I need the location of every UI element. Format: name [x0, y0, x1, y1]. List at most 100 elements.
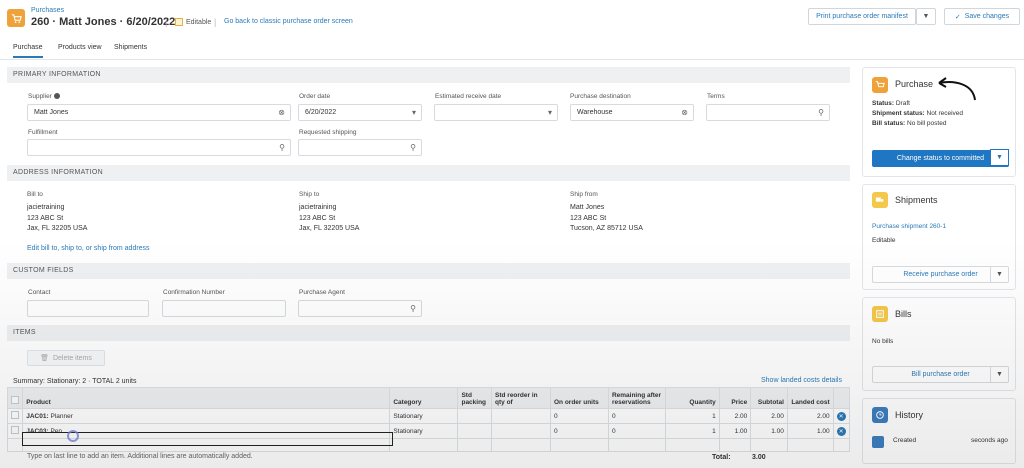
chevron-down-icon[interactable]: ▼ [990, 149, 1009, 166]
tab-products-view[interactable]: Products view [58, 44, 102, 51]
ship-from-address: Matt Jones 123 ABC St Tucson, AZ 85712 USA [570, 204, 643, 232]
confirmation-field[interactable] [162, 300, 286, 317]
quantity-cell[interactable]: 1 [664, 408, 720, 424]
delete-items-button[interactable]: 🗑 Delete items [27, 350, 105, 366]
supplier-label: Supplier [28, 93, 60, 100]
remaining-cell: 0 [607, 423, 666, 439]
col-std-reorder[interactable]: Std reorder in qty of [491, 387, 551, 409]
cursor-indicator [67, 430, 79, 442]
search-icon: ⚲ [410, 304, 416, 313]
order-date-value: 6/20/2022 [305, 109, 337, 116]
subtotal-cell: 1.00 [750, 423, 788, 439]
col-landed-cost[interactable]: Landed cost [786, 387, 834, 409]
remove-icon: ✕ [836, 426, 846, 436]
breadcrumb[interactable]: Purchases [31, 7, 64, 14]
edit-icon [175, 18, 183, 26]
bills-card: Bills No bills Bill purchase order ▼ [862, 297, 1016, 391]
history-card-title: History [895, 410, 924, 420]
total-label: Total: [712, 454, 731, 461]
subtotal-cell: 2.00 [750, 408, 788, 424]
col-remaining[interactable]: Remaining after reservations [607, 387, 666, 409]
terms-field[interactable]: ⚲ [706, 104, 830, 121]
delete-items-label: Delete items [52, 354, 92, 362]
editable-label: Editable [186, 18, 212, 26]
go-back-link[interactable]: Go back to classic purchase order screen [224, 18, 353, 25]
col-category[interactable]: Category [389, 387, 459, 409]
remove-row[interactable]: ✕ [832, 423, 851, 439]
row-checkbox[interactable] [6, 423, 24, 439]
price-cell[interactable]: 1.00 [718, 423, 752, 439]
change-status-button[interactable]: Change status to committed [872, 150, 1009, 167]
cart-icon [872, 77, 888, 93]
bill-to-address: jacietraining 123 ABC St Jax, FL 32205 USA [27, 204, 88, 232]
bills-card-title: Bills [895, 309, 912, 319]
receive-purchase-order-button[interactable]: Receive purchase order ▼ [872, 266, 1009, 283]
row-checkbox[interactable] [6, 408, 24, 424]
requested-shipping-field[interactable]: ⚲ [298, 139, 422, 156]
tab-purchase[interactable]: Purchase [13, 44, 43, 58]
tab-shipments[interactable]: Shipments [114, 44, 147, 51]
est-receive-field[interactable]: ▾ [434, 104, 558, 121]
clear-icon[interactable]: ⊗ [278, 108, 285, 117]
chevron-down-icon: ▾ [547, 108, 552, 117]
order-date-label: Order date [299, 93, 331, 100]
editable-badge: Editable [175, 18, 211, 26]
shipment-link[interactable]: Purchase shipment 260-1 [872, 223, 946, 230]
table-row[interactable]: JAC01: Planner Stationary 0 0 1 2.00 2.0… [6, 408, 851, 424]
col-std-packing[interactable]: Std packing [457, 387, 493, 409]
save-label: Save changes [964, 13, 1010, 20]
bill-purchase-order-button[interactable]: Bill purchase order ▼ [872, 366, 1009, 383]
chevron-down-icon: ▼ [990, 367, 1008, 382]
category-cell: Stationary [389, 423, 459, 439]
history-card: History Created seconds ago [862, 398, 1016, 464]
chevron-down-icon[interactable]: ▼ [916, 8, 936, 25]
shipments-card: Shipments Purchase shipment 260-1 Editab… [862, 184, 1016, 290]
col-price[interactable]: Price [718, 387, 752, 409]
divider: | [214, 17, 217, 27]
chevron-down-icon: ▼ [990, 267, 1008, 282]
col-on-order[interactable]: On order units [549, 387, 609, 409]
bills-empty-text: No bills [872, 338, 894, 345]
chevron-down-icon: ▾ [411, 108, 416, 117]
divider: | [165, 17, 168, 27]
requested-shipping-label: Requested shipping [299, 129, 357, 136]
add-item-hint: Type on last line to add an item. Additi… [27, 453, 253, 460]
history-time: seconds ago [971, 437, 1008, 444]
cart-icon [7, 9, 25, 27]
order-date-field[interactable]: 6/20/2022 ▾ [298, 104, 422, 121]
fulfillment-field[interactable]: ⚲ [27, 139, 291, 156]
print-manifest-button[interactable]: Print purchase order manifest [808, 8, 916, 25]
destination-value: Warehouse [577, 109, 613, 116]
destination-field[interactable]: Warehouse ⊗ [570, 104, 694, 121]
status-row: Status: Draft [872, 100, 910, 107]
contact-field[interactable] [27, 300, 149, 317]
agent-field[interactable]: ⚲ [298, 300, 422, 317]
select-all-checkbox[interactable] [6, 387, 24, 409]
est-receive-label: Estimated receive date [435, 93, 502, 100]
clear-icon[interactable]: ⊗ [681, 108, 688, 117]
col-product[interactable]: Product [22, 387, 391, 409]
check-icon: ✓ [954, 13, 961, 21]
price-cell[interactable]: 2.00 [718, 408, 752, 424]
col-subtotal[interactable]: Subtotal [750, 387, 788, 409]
edit-address-link[interactable]: Edit bill to, ship to, or ship from addr… [27, 245, 150, 252]
bill-status-row: Bill status: No bill posted [872, 120, 947, 127]
terms-label: Terms [707, 93, 725, 100]
col-quantity[interactable]: Quantity [664, 387, 720, 409]
section-heading: PRIMARY INFORMATION [7, 67, 850, 83]
save-button[interactable]: ✓ Save changes [944, 8, 1020, 25]
destination-label: Purchase destination [570, 93, 631, 100]
product-cell[interactable]: JAC01: Planner [22, 408, 391, 424]
std-reorder-cell [491, 408, 551, 424]
col-actions [832, 387, 851, 409]
std-packing-cell [457, 408, 493, 424]
std-packing-cell [457, 423, 493, 439]
items-summary: Summary: Stationary: 2 · TOTAL 2 units [13, 378, 137, 385]
std-reorder-cell [491, 423, 551, 439]
fulfillment-label: Fulfillment [28, 129, 58, 136]
quantity-cell[interactable]: 1 [664, 423, 720, 439]
remove-row[interactable]: ✕ [832, 408, 851, 424]
show-landed-costs-link[interactable]: Show landed costs details [761, 377, 842, 384]
table-header-row: Product Category Std packing Std reorder… [6, 387, 851, 409]
supplier-field[interactable]: Matt Jones ⊗ [27, 104, 291, 121]
